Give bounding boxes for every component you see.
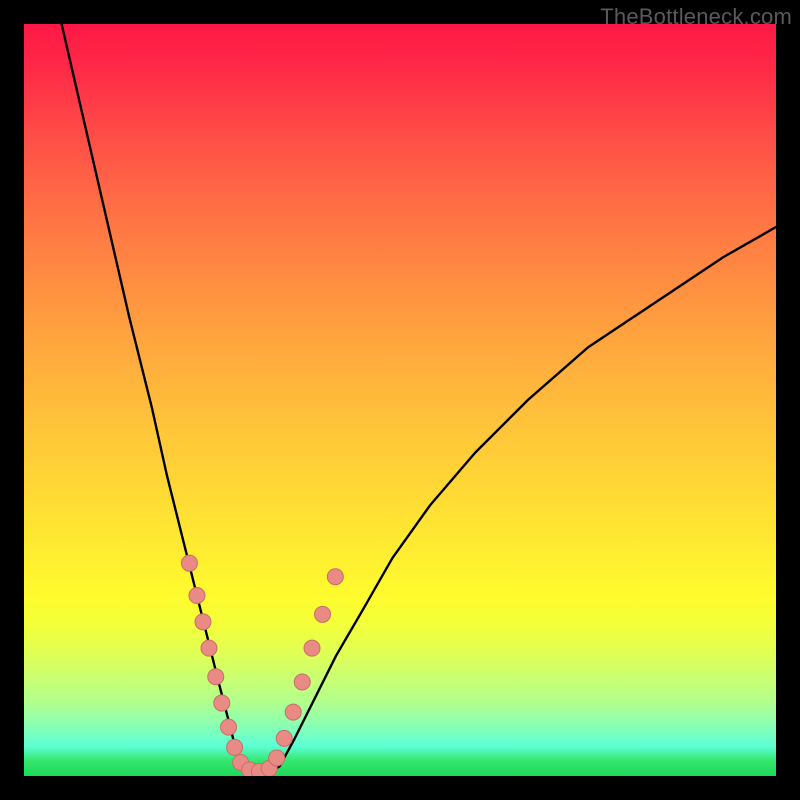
data-point [189,588,205,604]
data-point [304,640,320,656]
curve-layer [62,24,776,773]
chart-svg [24,24,776,776]
data-point [294,674,310,690]
data-point [276,730,292,746]
data-point [315,606,331,622]
data-point [269,750,285,766]
marker-layer [181,555,343,776]
chart-frame [24,24,776,776]
data-point [285,704,301,720]
bottleneck-curve [62,24,776,773]
data-point [227,739,243,755]
data-point [195,614,211,630]
data-point [214,695,230,711]
watermark-text: TheBottleneck.com [600,4,792,30]
data-point [327,569,343,585]
data-point [201,640,217,656]
data-point [221,719,237,735]
data-point [208,669,224,685]
data-point [181,555,197,571]
